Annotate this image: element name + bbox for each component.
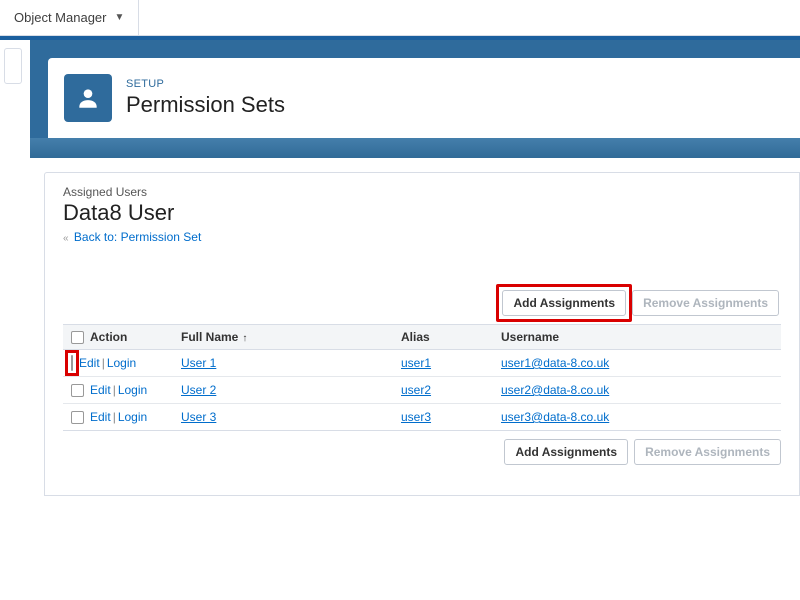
object-manager-label: Object Manager [14, 10, 107, 25]
eyebrow: SETUP [126, 78, 285, 90]
alias-link[interactable]: user1 [401, 356, 431, 370]
permission-sets-icon [64, 74, 112, 122]
table-row: Edit|Login User 1 user1 user1@data-8.co.… [63, 350, 781, 377]
table-row: Edit|Login User 3 user3 user3@data-8.co.… [63, 404, 781, 431]
login-link[interactable]: Login [118, 383, 147, 397]
header-band: SETUP Permission Sets [30, 40, 800, 138]
chevron-down-icon: ▼ [115, 12, 125, 23]
alias-link[interactable]: user3 [401, 410, 431, 424]
edit-link[interactable]: Edit [90, 383, 111, 397]
object-manager-dropdown[interactable]: Object Manager ▼ [0, 0, 139, 35]
fullname-link[interactable]: User 3 [181, 410, 216, 424]
remove-assignments-button-bottom: Remove Assignments [634, 439, 781, 465]
fullname-link[interactable]: User 2 [181, 383, 216, 397]
breadcrumb: « Back to: Permission Set [63, 230, 781, 244]
add-assignments-button-bottom[interactable]: Add Assignments [504, 439, 628, 465]
back-link[interactable]: Back to: Permission Set [74, 230, 201, 244]
user-icon [75, 85, 101, 111]
remove-assignments-button: Remove Assignments [632, 290, 779, 316]
header-fullname[interactable]: Full Name↑ [173, 325, 393, 350]
left-gutter [0, 40, 30, 496]
add-assignments-button[interactable]: Add Assignments [502, 290, 626, 316]
header-alias[interactable]: Alias [393, 325, 493, 350]
login-link[interactable]: Login [118, 410, 147, 424]
login-link[interactable]: Login [107, 356, 136, 370]
panel-title: Data8 User [63, 200, 781, 226]
fullname-link[interactable]: User 1 [181, 356, 216, 370]
select-all-checkbox[interactable] [71, 331, 84, 344]
sidebar-collapsed[interactable] [4, 48, 22, 84]
row-checkbox[interactable] [71, 355, 73, 371]
edit-link[interactable]: Edit [90, 410, 111, 424]
header-username[interactable]: Username [493, 325, 781, 350]
divider-band [30, 138, 800, 158]
users-table: Action Full Name↑ Alias Username [63, 324, 781, 431]
sort-asc-icon: ↑ [242, 333, 247, 344]
row-checkbox[interactable] [71, 384, 84, 397]
username-link[interactable]: user3@data-8.co.uk [501, 410, 609, 424]
table-row: Edit|Login User 2 user2 user2@data-8.co.… [63, 377, 781, 404]
username-link[interactable]: user2@data-8.co.uk [501, 383, 609, 397]
username-link[interactable]: user1@data-8.co.uk [501, 356, 609, 370]
page-title: Permission Sets [126, 92, 285, 118]
panel-label: Assigned Users [63, 185, 781, 199]
topbar: Object Manager ▼ [0, 0, 800, 36]
edit-link[interactable]: Edit [79, 356, 100, 370]
alias-link[interactable]: user2 [401, 383, 431, 397]
header-action: Action [90, 330, 127, 344]
panel: Assigned Users Data8 User « Back to: Per… [44, 172, 800, 496]
row-checkbox[interactable] [71, 411, 84, 424]
chevron-left-icon: « [63, 233, 69, 244]
